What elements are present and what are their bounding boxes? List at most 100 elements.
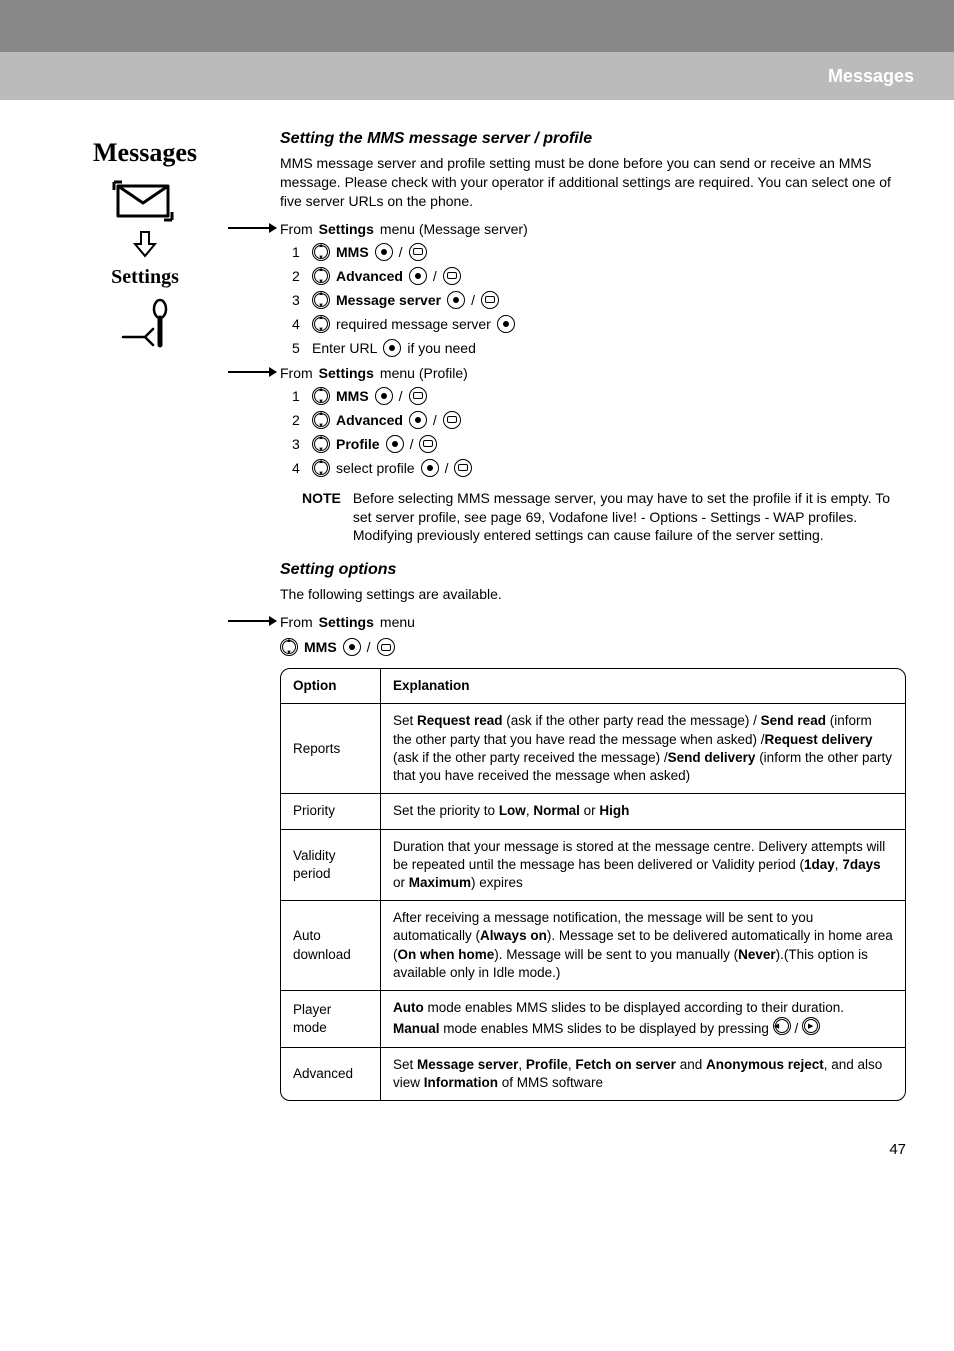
step-row: 1 MMS / [292,243,906,261]
nav-icon [312,243,330,261]
from-bold: Settings [319,614,374,630]
main-content: Setting the MMS message server / profile… [230,130,906,1101]
step-label: Enter URL [312,340,377,356]
breadcrumb-band: Messages [0,52,954,100]
step-label: MMS [336,388,369,404]
nav-icon [312,435,330,453]
table-row: Reports Set Request read (ask if the oth… [281,704,905,794]
note-label: NOTE [302,489,341,546]
from-prefix: From [280,614,313,630]
from-prefix: From [280,365,313,381]
intro-paragraph: MMS message server and profile setting m… [280,154,906,211]
from-bold: Settings [319,365,374,381]
step-label: if you need [407,340,476,356]
section-heading-options: Setting options [280,561,906,579]
from-line-options: From Settings menu [280,614,906,630]
from-line-profile: From Settings menu (Profile) [280,365,906,381]
right-icon [802,1017,820,1035]
step-label: Advanced [336,268,403,284]
select-icon [421,459,439,477]
select-icon [497,315,515,333]
from-suffix: menu [380,614,415,630]
select-icon [375,387,393,405]
from-bold: Settings [319,221,374,237]
explanation-cell: Set the priority to Low, Normal or High [381,794,905,829]
section-heading-server: Setting the MMS message server / profile [280,130,906,148]
breadcrumb: Messages [828,66,914,87]
option-cell: Advanced [281,1048,381,1100]
options-table: Option Explanation Reports Set Request r… [280,668,906,1101]
option-cell: Auto download [281,901,381,991]
table-row: Auto download After receiving a message … [281,901,905,991]
step-label: select profile [336,460,415,476]
step-label: Advanced [336,412,403,428]
step-row: 3 Profile / [292,435,906,453]
options-intro: The following settings are available. [280,585,906,604]
down-arrow-icon [133,230,157,258]
table-row: Validity period Duration that your messa… [281,830,905,902]
menu-icon [419,435,437,453]
nav-line: MMS / [280,638,906,656]
note-text: Before selecting MMS message server, you… [353,489,906,527]
table-row: Advanced Set Message server, Profile, Fe… [281,1048,905,1100]
select-icon [409,267,427,285]
explanation-cell: Set Request read (ask if the other party… [381,704,905,794]
menu-icon [409,387,427,405]
note-block: NOTE Before selecting MMS message server… [302,489,906,546]
step-label: required message server [336,316,491,332]
nav-icon [312,387,330,405]
step-row: 1 MMS / [292,387,906,405]
table-header-explanation: Explanation [381,669,905,704]
explanation-cell: Duration that your message is stored at … [381,830,905,902]
explanation-cell: Set Message server, Profile, Fetch on se… [381,1048,905,1100]
arrow-connector-icon [228,371,276,373]
select-icon [447,291,465,309]
from-prefix: From [280,221,313,237]
step-label: Message server [336,292,441,308]
table-header-row: Option Explanation [281,669,905,704]
select-icon [375,243,393,261]
sidebar-title: Messages [60,138,230,168]
step-row: 4 select profile / [292,459,906,477]
option-cell: Validity period [281,830,381,902]
option-cell: Priority [281,794,381,829]
from-suffix: menu (Message server) [380,221,528,237]
nav-icon [312,411,330,429]
menu-icon [377,638,395,656]
step-row: 3 Message server / [292,291,906,309]
select-icon [343,638,361,656]
nav-icon [280,638,298,656]
step-row: 4 required message server [292,315,906,333]
table-header-option: Option [281,669,381,704]
table-row: Player mode Auto mode enables MMS slides… [281,991,905,1047]
nav-label: MMS [304,639,337,655]
note-text: Modifying previously entered settings ca… [353,526,906,545]
explanation-cell: After receiving a message notification, … [381,901,905,991]
nav-icon [312,291,330,309]
step-row: 2 Advanced / [292,267,906,285]
from-suffix: menu (Profile) [380,365,468,381]
step-label: Profile [336,436,380,452]
left-icon [773,1017,791,1035]
step-row: 5Enter URL if you need [292,339,906,357]
steps-profile: 1 MMS / 2 Advanced / 3 Profile / 4 selec… [280,387,906,477]
step-label: MMS [336,244,369,260]
option-cell: Reports [281,704,381,794]
nav-icon [312,459,330,477]
nav-icon [312,315,330,333]
explanation-cell: Auto mode enables MMS slides to be displ… [381,991,905,1047]
sidebar: Messages Settings [60,130,230,1101]
sidebar-subtitle: Settings [60,266,230,289]
menu-icon [409,243,427,261]
option-cell: Player mode [281,991,381,1047]
select-icon [386,435,404,453]
steps-server: 1 MMS / 2 Advanced / 3 Message server / … [280,243,906,357]
select-icon [383,339,401,357]
arrow-connector-icon [228,227,276,229]
menu-icon [481,291,499,309]
settings-icon [115,297,175,357]
arrow-connector-icon [228,620,276,622]
menu-icon [443,411,461,429]
menu-icon [443,267,461,285]
select-icon [409,411,427,429]
